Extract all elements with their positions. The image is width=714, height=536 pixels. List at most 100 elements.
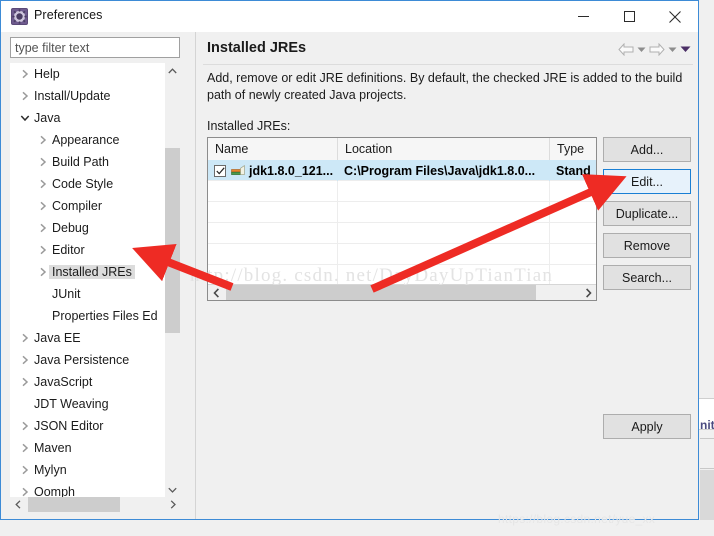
tree-hscroll-thumb[interactable] [28,497,120,512]
filter-input[interactable]: type filter text [10,37,180,58]
chevron-right-icon[interactable] [18,333,31,344]
chevron-right-icon[interactable] [36,245,49,256]
scroll-up-icon[interactable] [165,63,180,78]
chevron-right-icon[interactable] [18,91,31,102]
sidebar-item-java[interactable]: Java [10,107,165,129]
installed-jres-table[interactable]: Name Location Type jdk1.8.0_121... C:\Pr… [207,137,597,301]
minimize-button[interactable] [560,1,606,32]
sidebar-item-java-ee[interactable]: Java EE [10,327,165,349]
sidebar-item-code-style[interactable]: Code Style [10,173,165,195]
chevron-right-icon[interactable] [18,421,31,432]
table-row[interactable]: jdk1.8.0_121... C:\Program Files\Java\jd… [208,160,596,181]
edit-button[interactable]: Edit... [603,169,691,194]
chevron-right-icon[interactable] [18,443,31,454]
preferences-sidebar: type filter text Help Install/Update Java A… [2,32,195,519]
chevron-right-icon[interactable] [36,223,49,234]
column-header-name[interactable]: Name [208,138,338,160]
duplicate-button[interactable]: Duplicate... [603,201,691,226]
table-row-empty[interactable] [208,244,596,265]
column-header-type[interactable]: Type [550,138,596,160]
scroll-left-icon[interactable] [10,497,25,512]
sidebar-item-editor[interactable]: Editor [10,239,165,261]
sidebar-item-jdt-weaving[interactable]: JDT Weaving [10,393,165,415]
table-scroll-left-icon[interactable] [208,285,224,300]
sidebar-item-maven[interactable]: Maven [10,437,165,459]
remove-button[interactable]: Remove [603,233,691,258]
sidebar-item-compiler[interactable]: Compiler [10,195,165,217]
sidebar-item-appearance[interactable]: Appearance [10,129,165,151]
table-row-empty[interactable] [208,223,596,244]
cell-empty [338,265,550,286]
jre-checkbox[interactable] [214,164,226,177]
table-horizontal-scrollbar[interactable] [208,284,596,300]
table-scroll-right-icon[interactable] [580,285,596,300]
chevron-right-icon[interactable] [36,157,49,168]
chevron-right-icon[interactable] [18,69,31,80]
preferences-tree[interactable]: Help Install/Update Java Appearance Build Pa… [10,63,180,497]
tree-vertical-scrollbar[interactable] [165,63,180,497]
page-description: Add, remove or edit JRE definitions. By … [207,71,683,102]
sidebar-item-label: Mylyn [34,463,67,477]
chevron-right-icon[interactable] [36,201,49,212]
cell-empty [208,202,338,223]
sidebar-item-junit[interactable]: JUnit [10,283,165,305]
chevron-right-icon[interactable] [36,135,49,146]
column-header-location[interactable]: Location [338,138,550,160]
sidebar-item-label: JSON Editor [34,419,104,433]
dialog-titlebar: Preferences [1,1,698,32]
tree-scroll-thumb[interactable] [165,148,180,333]
tree-horizontal-scrollbar[interactable] [10,497,180,512]
close-button[interactable] [652,1,698,32]
sidebar-item-label: Maven [34,441,72,455]
table-body: jdk1.8.0_121... C:\Program Files\Java\jd… [208,160,596,300]
sidebar-item-installed-jres[interactable]: Installed JREs [10,261,165,283]
add-button[interactable]: Add... [603,137,691,162]
chevron-right-icon[interactable] [18,487,31,498]
chevron-right-icon[interactable] [36,179,49,190]
table-row-empty[interactable] [208,181,596,202]
sidebar-item-label: Editor [52,243,85,257]
forward-arrow-icon[interactable] [649,40,665,58]
sidebar-item-javascript[interactable]: JavaScript [10,371,165,393]
table-hscroll-thumb[interactable] [226,285,536,300]
view-menu-dropdown-icon[interactable] [680,40,691,58]
search-button[interactable]: Search... [603,265,691,290]
chevron-right-icon[interactable] [18,465,31,476]
sidebar-item-help[interactable]: Help [10,63,165,85]
cell-type[interactable]: Stand [550,160,596,181]
apply-button[interactable]: Apply [603,414,691,439]
sidebar-item-debug[interactable]: Debug [10,217,165,239]
sidebar-item-install-update[interactable]: Install/Update [10,85,165,107]
cell-empty [550,244,596,265]
sidebar-item-build-path[interactable]: Build Path [10,151,165,173]
chevron-down-icon[interactable] [18,113,31,124]
back-dropdown-icon[interactable] [637,40,646,58]
cell-empty [208,265,338,286]
sidebar-item-properties-files-ed[interactable]: Properties Files Ed [10,305,165,327]
chevron-right-icon[interactable] [36,267,49,278]
table-row-empty[interactable] [208,265,596,286]
preferences-tree-list: Help Install/Update Java Appearance Build Pa… [10,63,165,497]
sidebar-item-mylyn[interactable]: Mylyn [10,459,165,481]
chevron-right-icon[interactable] [18,355,31,366]
cell-name[interactable]: jdk1.8.0_121... [208,160,338,181]
sidebar-item-label: Compiler [52,199,103,213]
sidebar-item-label: Oomph [34,485,75,497]
title-divider [203,64,693,65]
sidebar-item-json-editor[interactable]: JSON Editor [10,415,165,437]
background-text-fragment: nit [700,418,714,432]
maximize-button[interactable] [606,1,652,32]
scroll-down-icon[interactable] [165,482,180,497]
forward-dropdown-icon[interactable] [668,40,677,58]
dialog-title: Preferences [34,8,103,22]
table-row-empty[interactable] [208,202,596,223]
back-arrow-icon[interactable] [618,40,634,58]
sidebar-item-oomph[interactable]: Oomph [10,481,165,497]
sidebar-item-label: Installed JREs [49,265,135,279]
chevron-right-icon[interactable] [18,377,31,388]
sidebar-item-java-persistence[interactable]: Java Persistence [10,349,165,371]
jre-library-icon [231,164,245,177]
cell-location[interactable]: C:\Program Files\Java\jdk1.8.0... [338,160,550,181]
cell-empty [550,202,596,223]
scroll-right-icon[interactable] [165,497,180,512]
